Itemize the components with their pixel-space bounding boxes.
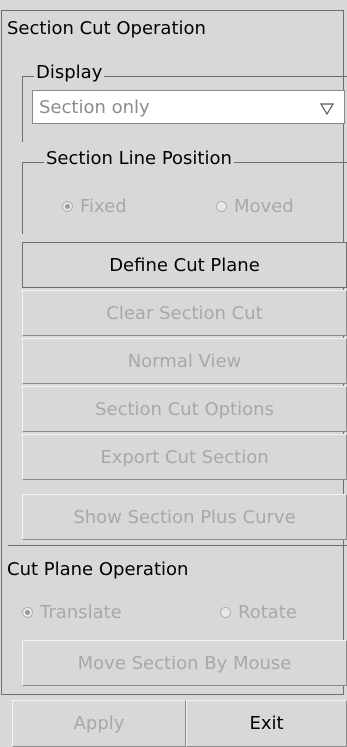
radio-moved[interactable]: Moved — [216, 196, 294, 217]
radio-checked-icon — [22, 607, 33, 618]
radio-moved-label: Moved — [234, 196, 294, 217]
clear-section-cut-button[interactable]: Clear Section Cut — [22, 290, 347, 336]
show-section-plus-curve-button[interactable]: Show Section Plus Curve — [22, 494, 347, 540]
section-divider — [8, 545, 347, 546]
display-dropdown[interactable]: Section only — [32, 90, 345, 124]
normal-view-button[interactable]: Normal View — [22, 338, 347, 384]
radio-rotate-label: Rotate — [238, 602, 297, 623]
cut-plane-title: Cut Plane Operation — [7, 559, 189, 580]
radio-translate[interactable]: Translate — [22, 602, 122, 623]
section-cut-panel: Section Cut Operation Display Section on… — [0, 0, 347, 747]
export-cut-section-button[interactable]: Export Cut Section — [22, 434, 347, 480]
section-cut-options-button[interactable]: Section Cut Options — [22, 386, 347, 432]
radio-fixed-label: Fixed — [80, 196, 127, 217]
section-cut-title: Section Cut Operation — [7, 18, 206, 39]
radio-rotate[interactable]: Rotate — [220, 602, 297, 623]
move-section-by-mouse-button[interactable]: Move Section By Mouse — [22, 640, 347, 686]
define-cut-plane-button[interactable]: Define Cut Plane — [22, 242, 347, 288]
display-legend: Display — [34, 62, 105, 83]
exit-button[interactable]: Exit — [186, 700, 347, 747]
radio-fixed[interactable]: Fixed — [62, 196, 127, 217]
line-position-legend: Section Line Position — [44, 148, 234, 169]
apply-button[interactable]: Apply — [12, 700, 186, 747]
radio-checked-icon — [62, 201, 73, 212]
radio-unchecked-icon — [216, 201, 227, 212]
display-dropdown-value: Section only — [39, 97, 150, 118]
radio-translate-label: Translate — [40, 602, 122, 623]
radio-unchecked-icon — [220, 607, 231, 618]
chevron-down-icon — [320, 103, 334, 115]
